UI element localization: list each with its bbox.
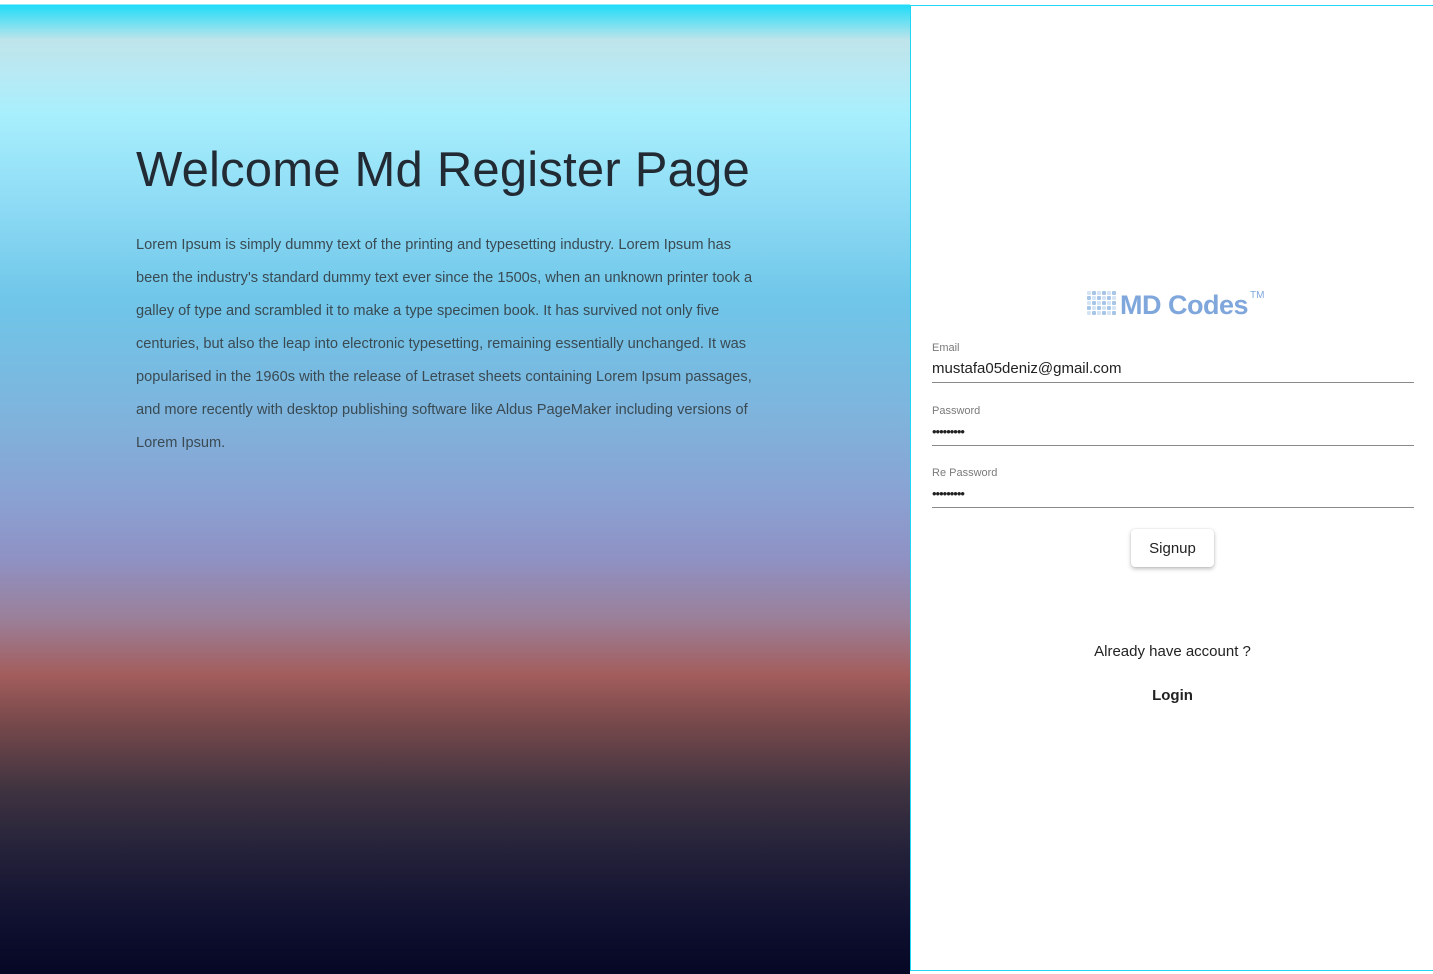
logo-trademark: TM [1250, 290, 1265, 301]
register-panel: MD Codes TM Email Password Re Password S… [910, 5, 1433, 971]
hero-description: Lorem Ipsum is simply dummy text of the … [136, 237, 753, 451]
email-label: Email [932, 342, 960, 354]
hero-panel: Welcome Md Register Page Lorem Ipsum is … [0, 0, 910, 974]
logo-text: MD Codes [1120, 290, 1249, 320]
email-input[interactable] [932, 357, 1414, 379]
re-password-field: Re Password [932, 467, 1414, 508]
already-have-account-text: Already have account ? [1094, 643, 1251, 660]
re-password-input[interactable] [932, 482, 1414, 504]
logo-binary-icon [1087, 291, 1120, 321]
login-link[interactable]: Login [911, 687, 1433, 704]
register-page: Welcome Md Register Page Lorem Ipsum is … [0, 0, 1433, 974]
page-title: Welcome Md Register Page [136, 143, 750, 197]
re-password-label: Re Password [932, 467, 998, 479]
password-label: Password [932, 405, 981, 417]
signup-button[interactable]: Signup [1131, 529, 1214, 567]
password-input[interactable] [932, 420, 1414, 442]
brand-logo: MD Codes TM [1087, 288, 1264, 322]
email-field: Email [932, 342, 1414, 383]
password-field: Password [932, 405, 1414, 446]
